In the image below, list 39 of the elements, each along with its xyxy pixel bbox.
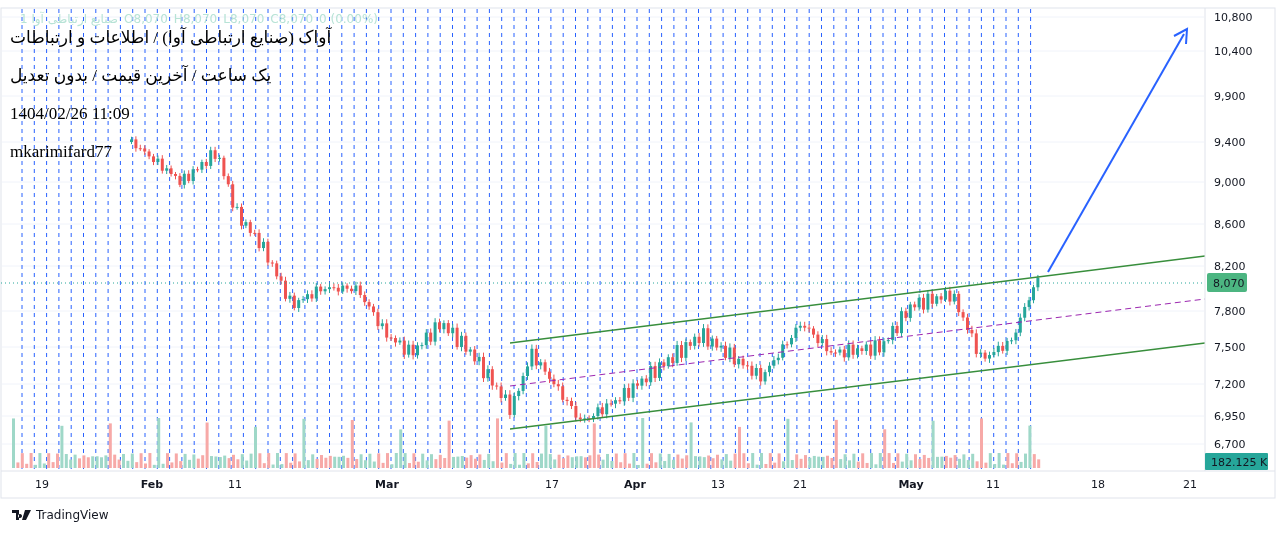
symbol-name: صنایع ارتباطی آوا 1 <box>20 12 119 26</box>
price-label: 9,900 <box>1214 90 1246 103</box>
date-label: Apr <box>624 478 646 491</box>
close-value: C8,070 <box>270 12 314 26</box>
logo-icon <box>12 510 32 520</box>
change-value: 0 (0.00%) <box>319 12 378 26</box>
low-value: L8,070 <box>223 12 265 26</box>
date-label: 17 <box>545 478 559 491</box>
high-value: H8,070 <box>173 12 218 26</box>
date-label: May <box>898 478 924 491</box>
price-label: 7,800 <box>1214 305 1246 318</box>
chart-note: یک ساعت / آخرین قیمت / بدون تعدیل <box>10 66 273 86</box>
date-label: 21 <box>1183 478 1197 491</box>
date-label: Mar <box>375 478 399 491</box>
price-label: 6,700 <box>1214 438 1246 451</box>
date-label: Feb <box>140 478 164 491</box>
open-value: O8,070 <box>124 12 168 26</box>
volume-badge: 182.125 K <box>1205 453 1268 470</box>
price-label: 8,200 <box>1214 260 1246 273</box>
date-label: 11 <box>986 478 1000 491</box>
price-label: 6,950 <box>1214 410 1246 423</box>
brand-name: TradingView <box>36 508 109 522</box>
last-price-badge: 8,070 <box>1207 273 1247 292</box>
chart-note: 1404/02/26 11:09 <box>10 104 131 124</box>
price-label: 7,200 <box>1214 378 1246 391</box>
date-label: 18 <box>1091 478 1105 491</box>
price-label: 8,600 <box>1214 218 1246 231</box>
price-label: 10,800 <box>1214 11 1253 24</box>
price-label: 7,500 <box>1214 341 1246 354</box>
date-label: 19 <box>35 478 49 491</box>
price-label: 9,000 <box>1214 176 1246 189</box>
date-label: 13 <box>711 478 725 491</box>
date-label: 9 <box>465 478 473 491</box>
chart-note: آواک (صنایع ارتباطی آوا) / اطلاعات و ارتباطات <box>10 28 332 48</box>
date-label: 21 <box>793 478 807 491</box>
chart-note: mkarimifard77 <box>10 142 113 162</box>
price-label: 9,400 <box>1214 136 1246 149</box>
price-label: 10,400 <box>1214 45 1253 58</box>
date-label: 11 <box>228 478 242 491</box>
